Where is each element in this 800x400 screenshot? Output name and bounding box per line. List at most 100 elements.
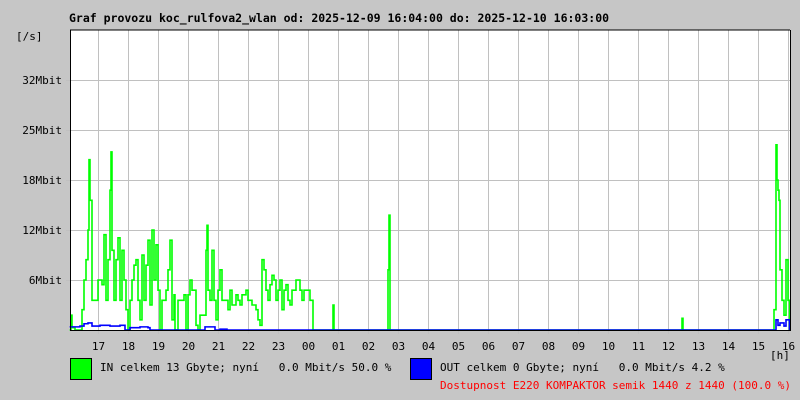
out-data-point bbox=[87, 322, 89, 324]
in-data-point bbox=[269, 284, 271, 286]
out-data-point bbox=[783, 325, 785, 327]
in-data-point bbox=[103, 234, 105, 236]
in-data-point bbox=[301, 299, 303, 301]
out-data-point bbox=[79, 325, 81, 327]
in-data-point bbox=[133, 264, 135, 266]
in-data-point bbox=[81, 309, 83, 311]
in-data-point bbox=[181, 299, 183, 301]
in-data-point bbox=[251, 304, 253, 306]
x-tick-label: 18 bbox=[121, 340, 136, 353]
in-data-point bbox=[303, 289, 305, 291]
in-data-point bbox=[295, 279, 297, 281]
y-tick-label: 25Mbit bbox=[22, 123, 62, 137]
x-tick-label: 04 bbox=[421, 340, 436, 353]
in-data-point bbox=[147, 239, 149, 241]
in-data-point bbox=[267, 299, 269, 301]
in-data-point bbox=[151, 229, 153, 231]
out-data-point bbox=[109, 325, 111, 327]
in-data-point bbox=[97, 279, 99, 281]
in-data-point bbox=[189, 279, 191, 281]
in-data-point bbox=[781, 299, 783, 301]
in-data-point bbox=[776, 179, 778, 181]
in-data-point bbox=[307, 289, 309, 291]
in-data-point bbox=[237, 299, 239, 301]
legend-in-text: IN celkem 13 Gbyte; nyní 0.0 Mbit/s 50.0… bbox=[100, 361, 392, 374]
x-tick-label: 09 bbox=[571, 340, 586, 353]
in-data-point bbox=[153, 279, 155, 281]
in-data-point bbox=[778, 199, 780, 201]
in-data-point bbox=[207, 289, 209, 291]
x-tick-label: 11 bbox=[631, 340, 646, 353]
x-tick-label: 02 bbox=[361, 340, 376, 353]
in-data-point bbox=[213, 299, 215, 301]
in-data-point bbox=[88, 159, 90, 161]
in-data-point bbox=[105, 299, 107, 301]
out-data-point bbox=[204, 326, 206, 328]
in-data-point bbox=[787, 299, 789, 301]
in-data-point bbox=[121, 249, 123, 251]
out-data-point bbox=[139, 326, 141, 328]
in-data-point bbox=[263, 269, 265, 271]
in-data-point bbox=[157, 289, 159, 291]
in-data-point bbox=[291, 289, 293, 291]
in-data-point bbox=[143, 299, 145, 301]
out-data-point bbox=[779, 322, 781, 324]
x-tick-label: 14 bbox=[721, 340, 736, 353]
out-data-point bbox=[129, 327, 131, 329]
in-data-point bbox=[165, 289, 167, 291]
y-tick-label: 32Mbit bbox=[22, 73, 62, 87]
in-data-point bbox=[257, 319, 259, 321]
in-data-point bbox=[101, 284, 103, 286]
out-data-point bbox=[119, 324, 121, 326]
in-data-point bbox=[91, 299, 93, 301]
y-tick-label: 6Mbit bbox=[28, 273, 62, 287]
in-data-point bbox=[309, 299, 311, 301]
in-data-point bbox=[199, 314, 201, 316]
x-tick-label: 13 bbox=[691, 340, 706, 353]
in-data-point bbox=[195, 324, 197, 326]
out-data-point bbox=[775, 319, 777, 321]
availability-text: Dostupnost E220 KOMPAKTOR semik 1440 z 1… bbox=[440, 379, 791, 392]
in-data-point bbox=[215, 319, 217, 321]
in-data-point bbox=[239, 304, 241, 306]
out-data-point bbox=[785, 319, 787, 321]
x-tick-label: 16 bbox=[781, 340, 796, 353]
x-tick-label: 12 bbox=[661, 340, 676, 353]
x-tick-label: 06 bbox=[481, 340, 496, 353]
in-data-point bbox=[779, 269, 781, 271]
in-data-point bbox=[681, 317, 683, 319]
legend-in-swatch bbox=[70, 358, 92, 380]
x-tick-label: 22 bbox=[241, 340, 256, 353]
in-data-point bbox=[155, 244, 157, 246]
in-data-point bbox=[123, 279, 125, 281]
x-tick-label: 08 bbox=[541, 340, 556, 353]
in-data-point bbox=[137, 299, 139, 301]
in-data-point bbox=[289, 304, 291, 306]
in-data-point bbox=[161, 299, 163, 301]
in-data-point bbox=[187, 294, 189, 296]
in-data-point bbox=[241, 294, 243, 296]
in-data-point bbox=[231, 304, 233, 306]
in-data-point bbox=[209, 299, 211, 301]
in-data-point bbox=[173, 294, 175, 296]
in-data-point bbox=[227, 309, 229, 311]
in-data-point bbox=[177, 299, 179, 301]
out-data-point bbox=[83, 323, 85, 325]
in-data-point bbox=[206, 224, 208, 226]
x-tick-label: 17 bbox=[91, 340, 106, 353]
in-data-point bbox=[149, 304, 151, 306]
in-data-point bbox=[387, 269, 389, 271]
in-data-point bbox=[265, 289, 267, 291]
in-data-point bbox=[171, 319, 173, 321]
in-data-point bbox=[235, 294, 237, 296]
legend-out-swatch bbox=[410, 358, 432, 380]
out-data-point bbox=[147, 327, 149, 329]
in-data-point bbox=[125, 309, 127, 311]
in-data-point bbox=[115, 259, 117, 261]
in-data-point bbox=[261, 259, 263, 261]
in-data-point bbox=[117, 237, 119, 239]
x-tick-label: 07 bbox=[511, 340, 526, 353]
in-data-point bbox=[110, 151, 112, 153]
in-data-point bbox=[111, 249, 113, 251]
in-data-point bbox=[277, 289, 279, 291]
